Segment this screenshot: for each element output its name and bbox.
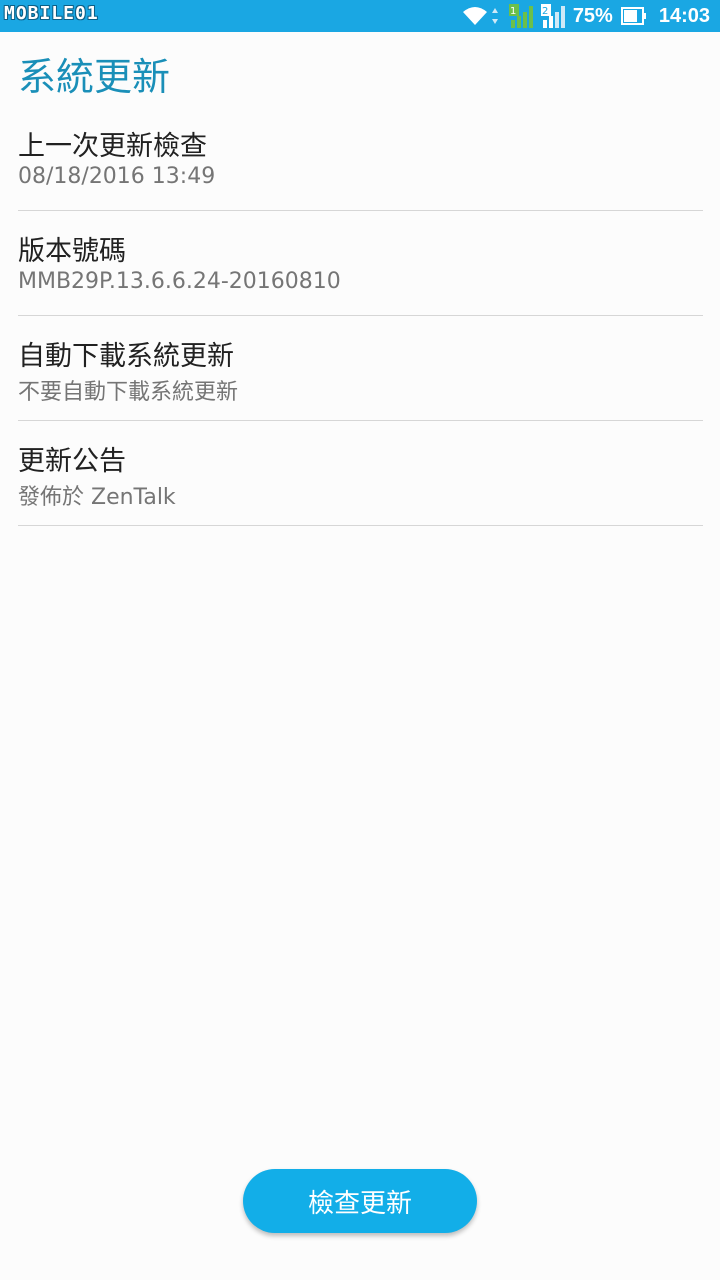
page-title: 系統更新: [18, 55, 171, 99]
wifi-icon: [462, 7, 487, 25]
setting-last-update-check[interactable]: 上一次更新檢查 08/18/2016 13:49: [18, 106, 703, 211]
app-header: 系統更新: [0, 32, 720, 106]
setting-auto-download[interactable]: 自動下載系統更新 不要自動下載系統更新: [18, 316, 703, 421]
svg-text:2: 2: [542, 6, 548, 17]
status-icons: 1 2 75% 14:03: [454, 0, 710, 32]
setting-subtitle: 發佈於 ZenTalk: [18, 485, 176, 510]
battery-percent: 75%: [572, 4, 613, 27]
setting-title: 自動下載系統更新: [18, 341, 234, 372]
setting-subtitle: MMB29P.13.6.6.24-20160810: [18, 269, 341, 294]
status-bar: MOBILE01 1 2 75% 14:03: [0, 0, 720, 32]
setting-update-notice[interactable]: 更新公告 發佈於 ZenTalk: [18, 421, 703, 526]
setting-subtitle: 08/18/2016 13:49: [18, 164, 216, 189]
setting-subtitle: 不要自動下載系統更新: [18, 380, 239, 405]
setting-build-number[interactable]: 版本號碼 MMB29P.13.6.6.24-20160810: [18, 211, 703, 316]
clock: 14:03: [658, 4, 710, 27]
setting-title: 版本號碼: [18, 236, 126, 267]
battery-icon: [620, 7, 646, 25]
data-arrows-icon: [491, 8, 498, 24]
setting-title: 更新公告: [18, 446, 126, 477]
settings-list: 上一次更新檢查 08/18/2016 13:49 版本號碼 MMB29P.13.…: [18, 106, 703, 526]
signal-sim1-icon: 1: [508, 4, 533, 28]
svg-text:1: 1: [510, 6, 516, 17]
watermark-logo: MOBILE01: [4, 3, 99, 24]
signal-sim2-icon: 2: [540, 4, 565, 28]
check-update-button[interactable]: 檢查更新: [243, 1169, 477, 1233]
setting-title: 上一次更新檢查: [18, 131, 207, 162]
system-update-screen: MOBILE01 1 2 75% 14:03 系統更新 上一次更新檢查 08/1…: [0, 0, 720, 1280]
